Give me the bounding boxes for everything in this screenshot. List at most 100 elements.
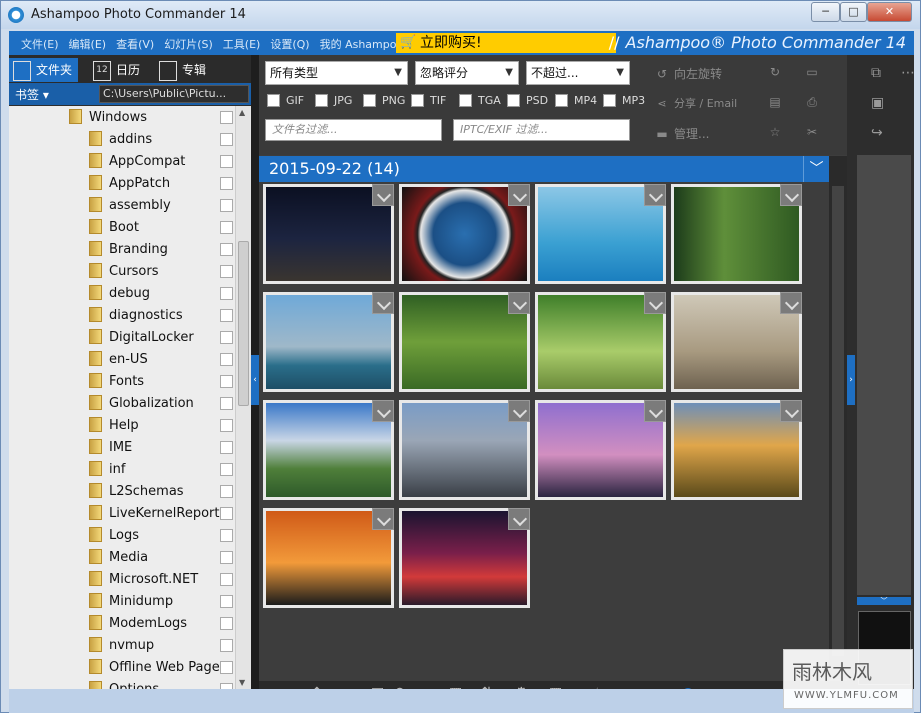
select-checkbox-icon[interactable] — [644, 400, 666, 422]
menu-edit[interactable]: 编辑(E) — [69, 36, 107, 52]
select-checkbox-icon[interactable] — [508, 400, 530, 422]
tree-item-checkbox[interactable] — [220, 155, 233, 168]
tree-scrollbar[interactable]: ▲ ▼ — [235, 106, 251, 689]
expand-right-icon[interactable]: › — [847, 355, 855, 405]
gallery-scrollbar[interactable] — [829, 156, 847, 679]
present-button[interactable]: ▭ — [804, 65, 824, 79]
select-checkbox-icon[interactable] — [372, 184, 394, 206]
manage-button[interactable]: ▬ 管理... — [654, 125, 709, 142]
photo-thumbnail[interactable] — [263, 508, 394, 608]
select-checkbox-icon[interactable] — [508, 184, 530, 206]
select-checkbox-icon[interactable] — [372, 508, 394, 530]
checkbox-box[interactable] — [411, 94, 424, 107]
rotate-right-button[interactable]: ↻ — [767, 65, 787, 79]
tree-item-checkbox[interactable] — [220, 375, 233, 388]
bookmarks-dropdown[interactable]: 书签 ▾ — [15, 86, 49, 103]
print-button[interactable]: ⎙ — [804, 95, 824, 110]
checkbox-box[interactable] — [603, 94, 616, 107]
photo-thumbnail[interactable] — [671, 184, 802, 284]
tree-item-checkbox[interactable] — [220, 595, 233, 608]
menu-slideshow[interactable]: 幻灯片(S) — [164, 36, 213, 52]
filetype-checkbox[interactable]: JPG — [315, 94, 363, 107]
export-icon[interactable]: ↪ — [871, 125, 883, 141]
filetype-checkbox[interactable]: PNG — [363, 94, 411, 107]
rating-select[interactable]: 忽略评分 ▼ — [415, 61, 519, 85]
favorite-button[interactable]: ☆ — [767, 125, 787, 139]
tree-item[interactable]: Help — [89, 415, 233, 437]
tree-item-checkbox[interactable] — [220, 507, 233, 520]
tree-item[interactable]: Globalization — [89, 393, 233, 415]
tab-albums[interactable]: 专辑 — [159, 58, 206, 82]
tree-item-checkbox[interactable] — [220, 617, 233, 630]
tree-item-checkbox[interactable] — [220, 133, 233, 146]
filename-filter-input[interactable]: 文件名过滤... — [265, 119, 442, 141]
cut-button[interactable]: ✂ — [804, 125, 824, 139]
photo-thumbnail[interactable] — [399, 508, 530, 608]
tree-item[interactable]: Options — [89, 679, 233, 689]
tree-item-checkbox[interactable] — [220, 287, 233, 300]
checkbox-box[interactable] — [363, 94, 376, 107]
rotate-left-button[interactable]: ↺ 向左旋转 — [654, 65, 722, 82]
tree-item-checkbox[interactable] — [220, 309, 233, 322]
tree-item-checkbox[interactable] — [220, 111, 233, 124]
size-select[interactable]: 不超过... ▼ — [526, 61, 630, 85]
tree-item[interactable]: Branding — [89, 239, 233, 261]
exif-filter-input[interactable]: IPTC/EXIF 过滤... — [453, 119, 630, 141]
tab-folders[interactable]: 文件夹 — [9, 58, 79, 82]
photo-thumbnail[interactable] — [399, 184, 530, 284]
tree-item-checkbox[interactable] — [220, 485, 233, 498]
photo-thumbnail[interactable] — [399, 292, 530, 392]
preview-collapse-icon[interactable]: ﹀ — [857, 597, 911, 605]
tree-item[interactable]: Cursors — [89, 261, 233, 283]
checkbox-box[interactable] — [555, 94, 568, 107]
tree-item[interactable]: Minidump — [89, 591, 233, 613]
tree-item[interactable]: Microsoft.NET — [89, 569, 233, 591]
select-checkbox-icon[interactable] — [372, 400, 394, 422]
tree-item-checkbox[interactable] — [220, 639, 233, 652]
tree-item[interactable]: assembly — [89, 195, 233, 217]
select-checkbox-icon[interactable] — [644, 184, 666, 206]
filetype-checkbox[interactable]: PSD — [507, 94, 555, 107]
save-icon[interactable]: ▣ — [871, 95, 884, 111]
tree-item[interactable]: diagnostics — [89, 305, 233, 327]
select-checkbox-icon[interactable] — [372, 292, 394, 314]
scroll-down-icon[interactable]: ▼ — [239, 678, 245, 687]
date-group-header[interactable]: 2015-09-22 (14) ﹀ — [259, 156, 829, 182]
tree-item[interactable]: Fonts — [89, 371, 233, 393]
tree-item-checkbox[interactable] — [220, 551, 233, 564]
tree-item[interactable]: LiveKernelReports — [89, 503, 233, 525]
tree-item[interactable]: Windows — [69, 107, 233, 129]
tree-item-checkbox[interactable] — [220, 573, 233, 586]
tree-item-checkbox[interactable] — [220, 265, 233, 278]
tab-calendar[interactable]: 12 日历 — [93, 58, 140, 82]
menu-my-ashampoo[interactable]: 我的 Ashampoo — [320, 36, 404, 52]
maximize-button[interactable]: □ — [840, 2, 867, 22]
tree-item[interactable]: AppCompat — [89, 151, 233, 173]
tree-item[interactable]: Media — [89, 547, 233, 569]
tree-item[interactable]: DigitalLocker — [89, 327, 233, 349]
select-checkbox-icon[interactable] — [644, 292, 666, 314]
scroll-thumb[interactable] — [238, 241, 249, 406]
filetype-checkbox[interactable]: MP4 — [555, 94, 603, 107]
document-button[interactable]: ▤ — [767, 95, 787, 109]
tree-item[interactable]: Offline Web Pages — [89, 657, 233, 679]
more-icon[interactable]: ⋯ — [901, 65, 915, 81]
checkbox-box[interactable] — [315, 94, 328, 107]
tree-item[interactable]: addins — [89, 129, 233, 151]
tree-item[interactable]: Logs — [89, 525, 233, 547]
filetype-checkbox[interactable]: MP3 — [603, 94, 651, 107]
photo-thumbnail[interactable] — [671, 292, 802, 392]
filetype-checkbox[interactable]: TIF — [411, 94, 459, 107]
tree-item[interactable]: L2Schemas — [89, 481, 233, 503]
tree-item[interactable]: nvmup — [89, 635, 233, 657]
tree-item[interactable]: inf — [89, 459, 233, 481]
tree-item-checkbox[interactable] — [220, 419, 233, 432]
share-button[interactable]: ⋖ 分享 / Email — [654, 95, 737, 111]
checkbox-box[interactable] — [507, 94, 520, 107]
select-checkbox-icon[interactable] — [780, 292, 802, 314]
tree-item-checkbox[interactable] — [220, 441, 233, 454]
select-checkbox-icon[interactable] — [508, 508, 530, 530]
tree-item-checkbox[interactable] — [220, 243, 233, 256]
checkbox-box[interactable] — [267, 94, 280, 107]
buy-now-button[interactable]: 🛒 立即购买! — [396, 33, 616, 53]
